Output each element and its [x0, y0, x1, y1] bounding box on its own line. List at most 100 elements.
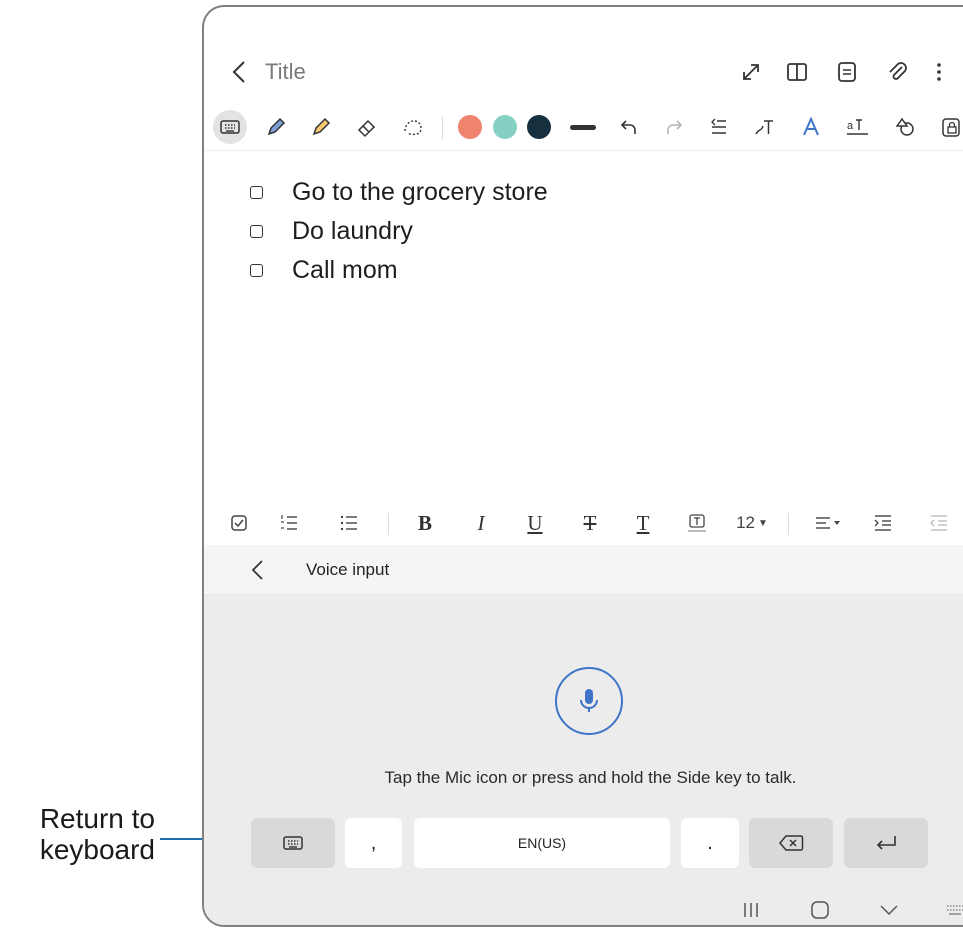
back-icon[interactable] [250, 559, 266, 581]
pen-color-2[interactable] [493, 115, 517, 139]
checkbox[interactable] [250, 264, 263, 277]
text-color-button[interactable]: T [630, 507, 656, 539]
comma-key[interactable]: , [345, 818, 402, 868]
undo-button[interactable] [611, 110, 645, 144]
straighten-button[interactable] [702, 110, 736, 144]
enter-icon [876, 836, 896, 850]
underline-button[interactable]: U [522, 507, 548, 539]
strikethrough-button[interactable]: T [577, 507, 603, 539]
lock-icon [942, 118, 960, 137]
checklist-item-label[interactable]: Go to the grocery store [292, 178, 548, 207]
pen-toolbar: a [204, 105, 963, 151]
attach-icon[interactable] [884, 59, 910, 85]
note-checklist: Go to the grocery store Do laundry Call … [250, 173, 548, 290]
mic-button[interactable] [555, 667, 623, 735]
resize-text-button[interactable]: a [841, 110, 875, 144]
numbered-list-icon [281, 515, 297, 530]
enter-key[interactable] [844, 818, 928, 868]
numbered-list-button[interactable] [276, 507, 302, 539]
text-highlight-button[interactable] [684, 507, 710, 539]
bold-button[interactable]: B [412, 507, 438, 539]
tablet-screen: Title a Go to the grocery store Do laund… [202, 5, 963, 927]
checklist-item-label[interactable]: Call mom [292, 256, 398, 285]
checklist-item-label[interactable]: Do laundry [292, 217, 413, 246]
voice-input-panel: Tap the Mic icon or press and hold the S… [204, 595, 963, 925]
dropdown-arrow-icon: ▼ [758, 517, 768, 529]
lock-button[interactable] [934, 110, 963, 144]
svg-text:a: a [847, 120, 854, 132]
style-button[interactable] [794, 110, 828, 144]
pen-thickness-button[interactable] [566, 110, 600, 144]
shapes-icon [895, 117, 914, 136]
toolbar-divider [442, 117, 443, 139]
book-view-icon[interactable] [784, 59, 810, 85]
outdent-button[interactable] [926, 507, 952, 539]
pen-color-1[interactable] [458, 115, 482, 139]
bullet-list-button[interactable] [336, 507, 362, 539]
pen-tool[interactable] [259, 110, 293, 144]
note-title[interactable]: Title [265, 59, 306, 85]
highlighter-icon [312, 117, 331, 136]
voice-input-header: Voice input [204, 545, 963, 595]
handwriting-to-text-button[interactable] [747, 110, 781, 144]
home-icon[interactable] [810, 901, 830, 919]
keyboard-switch-icon[interactable] [945, 901, 963, 919]
list-item: Do laundry [250, 212, 548, 251]
pen-color-3[interactable] [527, 115, 551, 139]
keyboard-icon [220, 120, 240, 134]
mic-icon [580, 689, 598, 712]
text-style-icon [803, 116, 819, 136]
list-item: Go to the grocery store [250, 173, 548, 212]
callout-label: Return to keyboard [0, 803, 155, 865]
undo-icon [620, 120, 636, 134]
callout-line-1: Return to [39, 803, 155, 834]
text-highlight-icon [688, 514, 706, 532]
eraser-tool[interactable] [350, 110, 384, 144]
period-key[interactable]: . [681, 818, 739, 868]
font-size-dropdown[interactable]: 12 ▼ [732, 507, 772, 539]
format-divider [788, 513, 789, 535]
handwriting-text-icon [755, 120, 773, 135]
shapes-button[interactable] [888, 110, 922, 144]
lasso-icon [404, 120, 422, 136]
checkbox[interactable] [250, 186, 263, 199]
back-icon[interactable] [228, 59, 250, 85]
alignment-dropdown[interactable] [812, 507, 844, 539]
text-size-icon: a [847, 119, 868, 135]
highlighter-tool[interactable] [304, 110, 338, 144]
redo-button[interactable] [658, 110, 692, 144]
hide-keyboard-icon[interactable] [878, 901, 900, 919]
eraser-icon [357, 119, 376, 138]
bullet-list-icon [340, 515, 357, 531]
keyboard-mode-button[interactable] [213, 110, 247, 144]
checklist-format-button[interactable] [226, 507, 252, 539]
lasso-tool[interactable] [396, 110, 430, 144]
keyboard-icon [283, 836, 303, 850]
expand-icon[interactable] [738, 59, 764, 85]
redo-icon [667, 120, 683, 134]
pen-icon [267, 117, 286, 136]
backspace-key[interactable] [749, 818, 833, 868]
font-size-value: 12 [736, 513, 755, 532]
voice-input-title: Voice input [306, 560, 390, 579]
callout-line-2: keyboard [39, 834, 155, 865]
indent-button[interactable] [870, 507, 896, 539]
recent-apps-icon[interactable] [741, 901, 761, 919]
align-left-icon [816, 517, 840, 529]
outdent-icon [930, 515, 947, 531]
italic-button[interactable]: I [468, 507, 494, 539]
thickness-icon [570, 124, 596, 130]
return-to-keyboard-button[interactable] [251, 818, 335, 868]
space-key[interactable]: EN(US) [414, 818, 670, 868]
page-settings-icon[interactable] [834, 59, 860, 85]
format-divider [388, 513, 389, 535]
indent-icon [874, 515, 891, 531]
more-options-icon[interactable] [926, 59, 952, 85]
backspace-icon [779, 835, 804, 851]
list-item: Call mom [250, 251, 548, 290]
text-format-toolbar: B I U T T 12 ▼ [204, 503, 963, 545]
voice-hint-text: Tap the Mic icon or press and hold the S… [384, 768, 797, 787]
text-align-icon [711, 118, 726, 134]
checkbox-icon [231, 515, 247, 531]
checkbox[interactable] [250, 225, 263, 238]
